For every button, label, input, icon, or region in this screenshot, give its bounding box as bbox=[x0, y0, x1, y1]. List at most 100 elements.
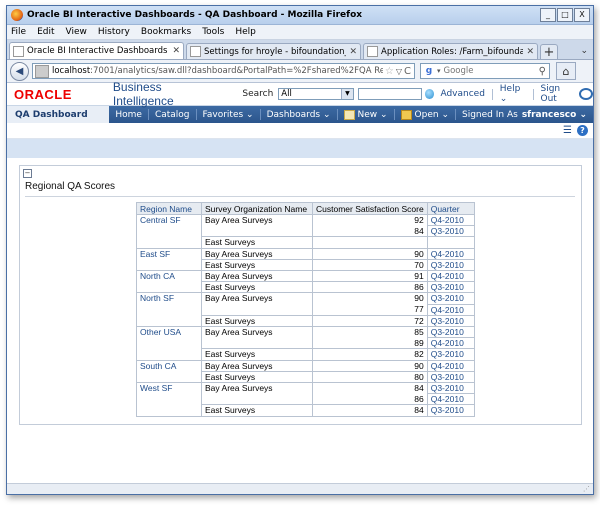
quarter-cell[interactable]: Q3-2010 bbox=[426, 348, 475, 361]
bookmark-star-icon[interactable]: ☆ bbox=[385, 66, 394, 77]
menu-view[interactable]: View bbox=[66, 27, 87, 37]
page-options-icon[interactable]: ☰ bbox=[563, 125, 572, 136]
menu-bookmarks[interactable]: Bookmarks bbox=[141, 27, 191, 37]
menu-help[interactable]: Help bbox=[235, 27, 256, 37]
organization-cell: East Surveys bbox=[201, 314, 313, 327]
close-tab-icon[interactable]: ✕ bbox=[172, 46, 180, 56]
collapse-icon[interactable]: − bbox=[23, 169, 32, 178]
quarter-cell[interactable]: Q4-2010 bbox=[426, 359, 475, 372]
search-scope-select[interactable]: All ▼ bbox=[278, 88, 354, 100]
url-text[interactable]: localhost:7001/analytics/saw.dll?dashboa… bbox=[52, 66, 383, 76]
new-menu[interactable]: New ⌄ bbox=[338, 109, 394, 120]
column-header-quarter[interactable]: Quarter bbox=[426, 202, 475, 215]
quarter-cell[interactable]: Q3-2010 bbox=[426, 314, 475, 327]
organization-cell bbox=[201, 304, 313, 316]
organization-cell: Bay Area Surveys bbox=[201, 270, 313, 282]
organization-cell: Bay Area Surveys bbox=[201, 247, 313, 260]
quarter-cell[interactable]: Q4-2010 bbox=[426, 213, 475, 226]
region-cell[interactable]: Other USA bbox=[136, 326, 202, 338]
region-cell[interactable]: North CA bbox=[136, 270, 202, 282]
quarter-cell[interactable]: Q4-2010 bbox=[426, 393, 475, 405]
home-link[interactable]: Home bbox=[109, 110, 148, 120]
signed-in-user[interactable]: Signed In As sfrancesco ⌄ bbox=[456, 110, 593, 120]
region-cell[interactable]: East SF bbox=[136, 247, 202, 260]
quarter-cell[interactable]: Q3-2010 bbox=[426, 326, 475, 338]
quarter-cell[interactable]: Q3-2010 bbox=[426, 370, 475, 383]
table-row: East Surveys 82 Q3-2010 bbox=[136, 348, 475, 361]
table-row: East Surveys 86 Q3-2010 bbox=[136, 281, 475, 293]
help-icon[interactable]: ? bbox=[577, 125, 588, 136]
url-bar[interactable]: localhost:7001/analytics/saw.dll?dashboa… bbox=[32, 63, 415, 79]
minimize-button[interactable]: _ bbox=[540, 8, 556, 22]
menu-tools[interactable]: Tools bbox=[202, 27, 224, 37]
maximize-button[interactable]: □ bbox=[557, 8, 573, 22]
tab-label: Oracle BI Interactive Dashboards - QA D.… bbox=[27, 46, 169, 56]
organization-cell bbox=[201, 337, 313, 349]
google-icon[interactable]: g bbox=[423, 65, 435, 77]
resize-grip-icon[interactable]: ⋰ bbox=[583, 485, 590, 493]
region-cell[interactable]: West SF bbox=[136, 382, 202, 394]
table-row: East Surveys 70 Q3-2010 bbox=[136, 258, 475, 271]
quarter-cell[interactable]: Q3-2010 bbox=[426, 225, 475, 237]
help-menu[interactable]: Help ⌄ bbox=[500, 84, 526, 104]
menu-edit[interactable]: Edit bbox=[37, 27, 54, 37]
home-icon[interactable]: ⌂ bbox=[556, 62, 576, 80]
quarter-cell[interactable]: Q3-2010 bbox=[426, 404, 475, 417]
close-button[interactable]: X bbox=[574, 8, 590, 22]
tab-list-icon[interactable]: ⌄ bbox=[580, 46, 588, 56]
column-header-score[interactable]: Customer Satisfaction Score bbox=[312, 202, 428, 215]
quarter-cell[interactable]: Q3-2010 bbox=[426, 382, 475, 394]
quarter-cell[interactable]: Q4-2010 bbox=[426, 303, 475, 316]
quarter-cell bbox=[426, 236, 475, 249]
organization-cell: East Surveys bbox=[201, 370, 313, 383]
site-identity-icon[interactable] bbox=[35, 64, 49, 78]
back-arrow-icon[interactable]: ◀ bbox=[10, 61, 29, 81]
close-tab-icon[interactable]: ✕ bbox=[526, 47, 534, 57]
browser-tab-app-roles[interactable]: Application Roles: /Farm_bifoundation_d.… bbox=[363, 43, 538, 59]
browser-tab-settings[interactable]: Settings for hroyle - bifoundation_domai… bbox=[186, 43, 361, 59]
quarter-cell[interactable]: Q3-2010 bbox=[426, 258, 475, 271]
score-cell: 89 bbox=[312, 337, 428, 349]
score-cell: 84 bbox=[312, 404, 428, 417]
tab-qa-dashboard[interactable]: QA Dashboard bbox=[7, 106, 109, 123]
search-icon[interactable]: ⚲ bbox=[539, 66, 546, 77]
reload-icon[interactable]: C bbox=[404, 66, 411, 77]
menu-history[interactable]: History bbox=[98, 27, 130, 37]
region-cell[interactable]: North SF bbox=[136, 292, 202, 305]
new-tab-button[interactable]: + bbox=[540, 44, 558, 60]
organization-cell: Bay Area Surveys bbox=[201, 292, 313, 305]
quarter-cell[interactable]: Q4-2010 bbox=[426, 337, 475, 349]
web-search-input[interactable] bbox=[443, 66, 539, 76]
page-toolbar: ☰ ? bbox=[7, 123, 593, 139]
search-go-icon[interactable] bbox=[425, 89, 435, 99]
dashboards-menu[interactable]: Dashboards ⌄ bbox=[261, 110, 337, 120]
favorites-menu[interactable]: Favorites ⌄ bbox=[197, 110, 260, 120]
open-menu[interactable]: Open ⌄ bbox=[395, 109, 455, 120]
close-tab-icon[interactable]: ✕ bbox=[349, 47, 357, 57]
url-dropdown-icon[interactable]: ▽ bbox=[396, 67, 402, 76]
score-cell: 72 bbox=[312, 314, 428, 327]
region-cell[interactable]: South CA bbox=[136, 359, 202, 372]
tab-strip: Oracle BI Interactive Dashboards - QA D.… bbox=[7, 40, 593, 60]
sign-out-link[interactable]: Sign Out bbox=[540, 84, 572, 104]
score-cell bbox=[312, 236, 428, 249]
quarter-cell[interactable]: Q4-2010 bbox=[426, 247, 475, 260]
region-cell[interactable]: Central SF bbox=[136, 213, 202, 226]
user-name: sfrancesco ⌄ bbox=[521, 109, 587, 120]
catalog-search-input[interactable] bbox=[357, 88, 423, 100]
table-row: East Surveys 84 Q3-2010 bbox=[136, 404, 475, 417]
region-cell bbox=[136, 348, 202, 361]
menu-file[interactable]: File bbox=[11, 27, 26, 37]
column-header-organization[interactable]: Survey Organization Name bbox=[201, 202, 313, 215]
search-engine-dropdown-icon[interactable]: ▾ bbox=[437, 67, 441, 75]
browser-tab-obi[interactable]: Oracle BI Interactive Dashboards - QA D.… bbox=[9, 42, 184, 59]
column-header-region[interactable]: Region Name bbox=[136, 202, 202, 215]
quarter-cell[interactable]: Q3-2010 bbox=[426, 292, 475, 305]
advanced-link[interactable]: Advanced bbox=[440, 89, 484, 99]
page-icon bbox=[190, 46, 201, 57]
quarter-cell[interactable]: Q3-2010 bbox=[426, 281, 475, 293]
quarter-cell[interactable]: Q4-2010 bbox=[426, 270, 475, 282]
folder-icon bbox=[400, 109, 412, 120]
chevron-down-icon[interactable]: ▼ bbox=[340, 89, 353, 99]
catalog-link[interactable]: Catalog bbox=[149, 110, 196, 120]
